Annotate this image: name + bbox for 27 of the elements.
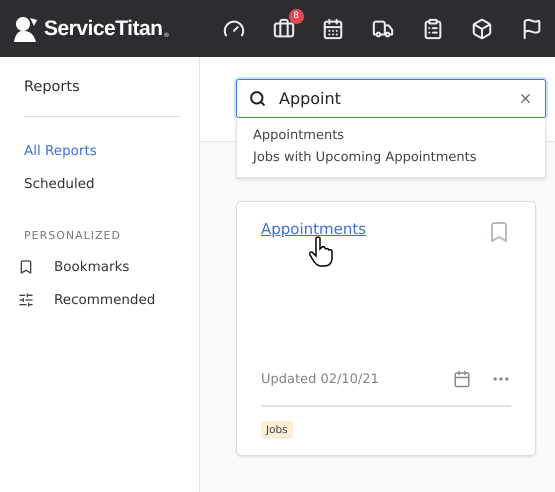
- search-icon: [249, 90, 266, 107]
- gauge-icon[interactable]: [223, 18, 245, 40]
- section-label: PERSONALIZED: [24, 229, 122, 242]
- sidebar-title: Reports: [24, 79, 180, 117]
- hand-cursor-icon: [309, 236, 335, 268]
- flag-icon[interactable]: [520, 18, 543, 40]
- report-link[interactable]: Appointments: [261, 220, 366, 238]
- sidebar-item[interactable]: Recommended: [54, 292, 156, 308]
- truck-icon[interactable]: [372, 18, 394, 40]
- search-field[interactable]: Appoint: [236, 79, 546, 118]
- updated-date: Updated 02/10/21: [261, 372, 380, 386]
- box-icon[interactable]: [471, 18, 494, 40]
- sliders-icon: [18, 292, 34, 308]
- calendar-icon[interactable]: [322, 18, 344, 40]
- suggestion-item[interactable]: Appointments: [237, 125, 545, 147]
- suggestion-item[interactable]: Jobs with Upcoming Appointments: [237, 147, 545, 169]
- search-input[interactable]: Appoint: [279, 89, 505, 108]
- category-tag: Jobs: [261, 421, 293, 439]
- clear-icon[interactable]: [518, 91, 533, 106]
- sidebar-item[interactable]: All Reports: [24, 138, 179, 164]
- sidebar-item[interactable]: Scheduled: [24, 171, 179, 197]
- bookmark-icon: [18, 259, 34, 275]
- briefcase-icon[interactable]: [272, 18, 295, 40]
- brand-name: ServiceTitan: [44, 16, 163, 40]
- sidebar-item[interactable]: Bookmarks: [54, 259, 130, 275]
- clipboard-icon[interactable]: [422, 18, 444, 40]
- notification-badge: 8: [288, 8, 304, 24]
